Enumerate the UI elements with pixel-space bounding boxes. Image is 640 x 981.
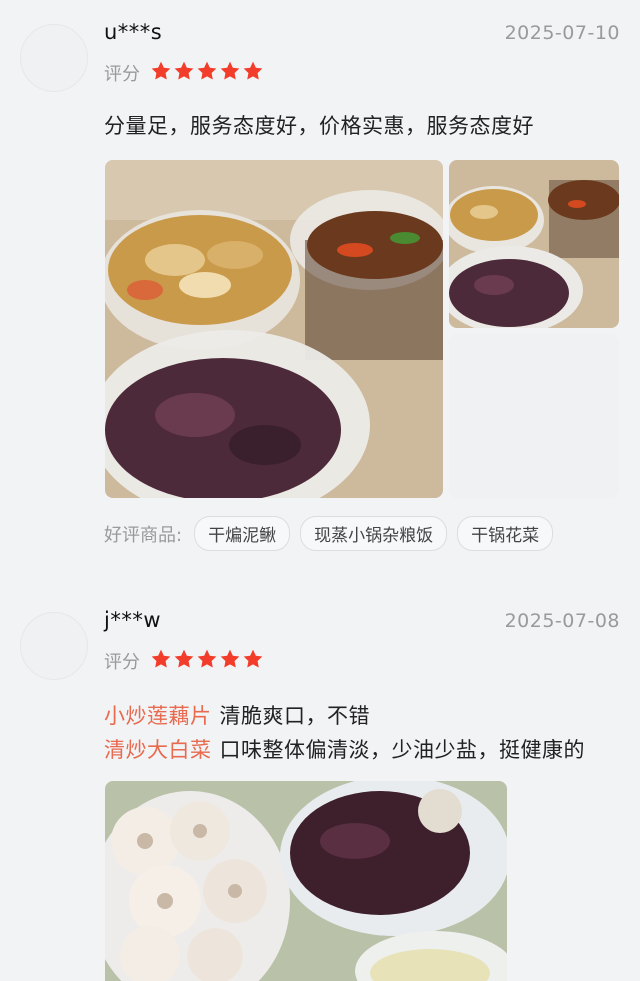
- dish-comment-line: 小炒莲藕片 清脆爽口，不错: [104, 700, 370, 730]
- star-icon: [174, 649, 194, 668]
- star-icon: [243, 61, 263, 80]
- rating-label: 评分: [104, 652, 140, 673]
- review-photo[interactable]: [105, 160, 443, 498]
- star-icon: [151, 649, 171, 668]
- good-item-tag[interactable]: 现蒸小锅杂粮饭: [300, 516, 448, 551]
- star-icon: [243, 649, 263, 668]
- star-icon: [220, 649, 240, 668]
- rating-label: 评分: [104, 64, 140, 85]
- username[interactable]: u***s: [104, 20, 162, 44]
- review-card: u***s 2025-07-10 评分 分量足，服务态度好，价格实惠，服务态度好: [0, 0, 640, 580]
- avatar[interactable]: [20, 612, 88, 680]
- dish-name[interactable]: 小炒莲藕片: [104, 704, 212, 728]
- dish-comment: 口味整体偏清淡，少油少盐，挺健康的: [219, 738, 585, 762]
- star-icon: [151, 61, 171, 80]
- star-icon: [220, 61, 240, 80]
- star-icon: [174, 61, 194, 80]
- star-rating: [150, 60, 264, 82]
- good-items-row: 好评商品: 干煸泥鳅 现蒸小锅杂粮饭 干锅花菜: [104, 516, 554, 551]
- good-item-tag[interactable]: 干锅花菜: [457, 516, 554, 551]
- star-icon: [197, 649, 217, 668]
- review-date: 2025-07-08: [504, 610, 620, 632]
- username[interactable]: j***w: [104, 608, 161, 632]
- review-photo-placeholder: [449, 334, 619, 498]
- dish-comment: 清脆爽口，不错: [219, 704, 370, 728]
- dish-name[interactable]: 清炒大白菜: [104, 738, 212, 762]
- star-rating: [150, 648, 264, 670]
- review-photo[interactable]: [105, 781, 507, 981]
- avatar[interactable]: [20, 24, 88, 92]
- good-items-label: 好评商品:: [104, 524, 183, 546]
- review-text: 分量足，服务态度好，价格实惠，服务态度好: [104, 114, 534, 138]
- review-date: 2025-07-10: [504, 22, 620, 44]
- good-item-tag[interactable]: 干煸泥鳅: [194, 516, 291, 551]
- dish-comment-line: 清炒大白菜 口味整体偏清淡，少油少盐，挺健康的: [104, 734, 585, 764]
- review-photo[interactable]: [449, 160, 619, 328]
- review-card: j***w 2025-07-08 评分 小炒莲藕片 清脆爽口，不错 清炒大白菜 口味…: [0, 588, 640, 981]
- star-icon: [197, 61, 217, 80]
